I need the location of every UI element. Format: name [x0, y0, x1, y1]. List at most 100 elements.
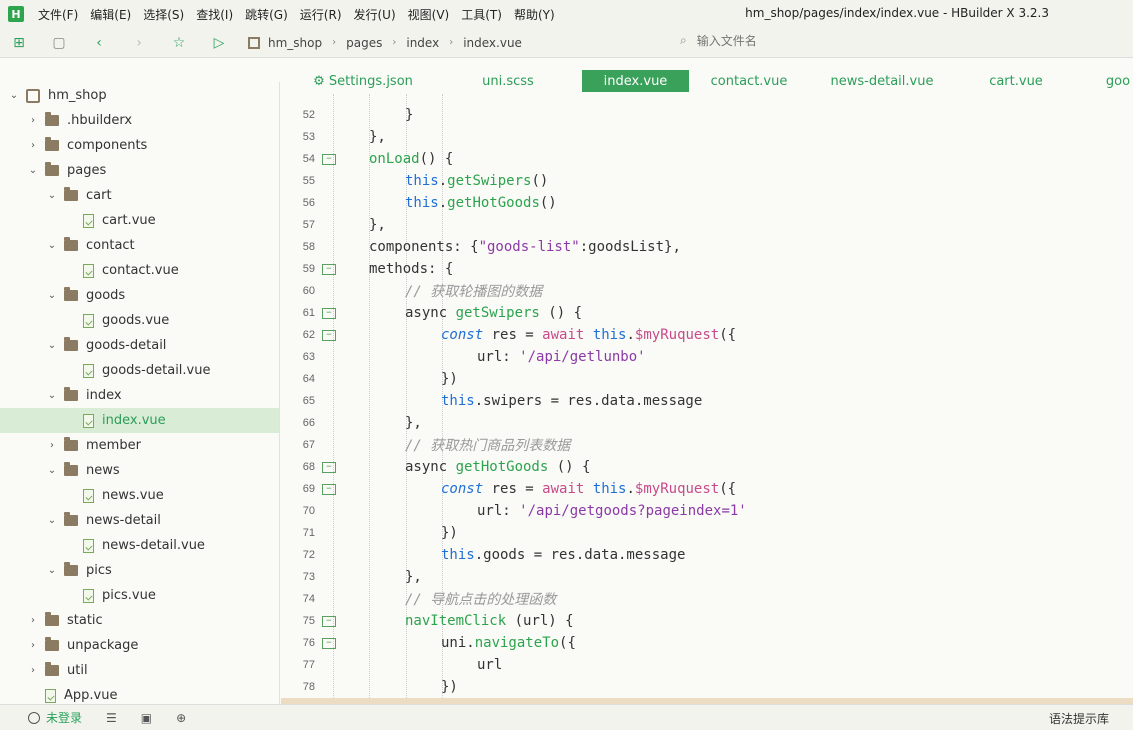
tree-item[interactable]: news-detail.vue	[0, 533, 279, 558]
chevron-down-icon[interactable]: ⌄	[27, 165, 39, 176]
code-text: navItemClick (url) {	[405, 613, 574, 629]
tree-item[interactable]: › member	[0, 433, 279, 458]
chevron-right-icon[interactable]: ›	[27, 640, 39, 651]
chevron-down-icon[interactable]: ⌄	[46, 515, 58, 526]
tree-item[interactable]: ⌄ cart	[0, 183, 279, 208]
save-icon[interactable]: ▢	[50, 34, 68, 52]
login-status[interactable]: 未登录	[28, 709, 82, 726]
list-icon[interactable]: ☰	[106, 711, 117, 725]
tree-item[interactable]: goods.vue	[0, 308, 279, 333]
tree-item[interactable]: ⌄ goods	[0, 283, 279, 308]
code-line: 72 this.goods = res.data.message	[281, 544, 1133, 566]
syntax-hint-library[interactable]: 语法提示库	[1049, 710, 1109, 727]
tree-item[interactable]: ⌄ contact	[0, 233, 279, 258]
tree-item[interactable]: ⌄ index	[0, 383, 279, 408]
forward-icon[interactable]: ›	[130, 34, 148, 52]
chevron-right-icon[interactable]: ›	[46, 440, 58, 451]
menu-item[interactable]: 帮助(Y)	[508, 6, 561, 23]
chevron-right-icon[interactable]: ›	[27, 615, 39, 626]
tree-item-label: goods-detail.vue	[102, 363, 211, 378]
fold-toggle-icon[interactable]: −	[322, 615, 336, 627]
tree-item[interactable]: ⌄ news-detail	[0, 508, 279, 533]
tree-item[interactable]: pics.vue	[0, 583, 279, 608]
fold-toggle-icon[interactable]: −	[322, 637, 336, 649]
menu-item[interactable]: 文件(F)	[32, 6, 84, 23]
globe-icon[interactable]: ⊕	[176, 711, 186, 725]
tree-item[interactable]: › components	[0, 133, 279, 158]
breadcrumb-item[interactable]: index	[406, 36, 439, 50]
menu-item[interactable]: 编辑(E)	[84, 6, 137, 23]
tree-item[interactable]: ⌄ pages	[0, 158, 279, 183]
tree-item[interactable]: ⌄ news	[0, 458, 279, 483]
code-line: 67 // 获取热门商品列表数据	[281, 434, 1133, 456]
tree-item-label: App.vue	[64, 688, 118, 703]
tab-6[interactable]: goo	[1103, 70, 1133, 92]
menu-item[interactable]: 视图(V)	[402, 6, 456, 23]
code-token: this	[441, 393, 475, 409]
chevron-down-icon[interactable]: ⌄	[46, 190, 58, 201]
menu-item[interactable]: 跳转(G)	[239, 6, 294, 23]
breadcrumb-item[interactable]: hm_shop	[268, 36, 322, 50]
line-number: 59	[302, 263, 315, 275]
star-icon[interactable]: ☆	[170, 34, 188, 52]
login-status-label: 未登录	[46, 711, 83, 725]
tree-item-label: contact.vue	[102, 263, 179, 278]
terminal-icon[interactable]: ▣	[141, 711, 152, 725]
breadcrumb-item[interactable]: pages	[346, 36, 382, 50]
chevron-down-icon[interactable]: ⌄	[46, 340, 58, 351]
chevron-down-icon[interactable]: ⌄	[46, 565, 58, 576]
code-editor[interactable]: 52} 53}, 54− onLoad() {55 this.getSwipers() 5…	[281, 94, 1133, 698]
chevron-down-icon[interactable]: ⌄	[46, 290, 58, 301]
tab-0[interactable]: ⚙ Settings.json	[307, 70, 419, 92]
tab-3[interactable]: contact.vue	[706, 70, 792, 92]
menu-item[interactable]: 发行(U)	[348, 6, 402, 23]
chevron-down-icon[interactable]: ⌄	[8, 90, 20, 101]
chevron-down-icon[interactable]: ⌄	[46, 240, 58, 251]
menu-item[interactable]: 选择(S)	[137, 6, 190, 23]
tree-item[interactable]: › static	[0, 608, 279, 633]
code-token: url	[477, 657, 503, 673]
tree-item[interactable]: goods-detail.vue	[0, 358, 279, 383]
code-line: 78})	[281, 676, 1133, 698]
chevron-right-icon[interactable]: ›	[27, 140, 39, 151]
fold-toggle-icon[interactable]: −	[322, 329, 336, 341]
vue-file-icon	[83, 538, 94, 553]
breadcrumb-item[interactable]: index.vue	[463, 36, 522, 50]
chevron-down-icon[interactable]: ⌄	[46, 465, 58, 476]
fold-toggle-icon[interactable]: −	[322, 153, 336, 165]
tree-item[interactable]: › .hbuilderx	[0, 108, 279, 133]
tree-item[interactable]: index.vue	[0, 408, 279, 433]
back-icon[interactable]: ‹	[90, 34, 108, 52]
file-search-input[interactable]	[696, 33, 897, 48]
tab-5[interactable]: cart.vue	[986, 70, 1046, 92]
chevron-right-icon[interactable]: ›	[27, 665, 39, 676]
chevron-down-icon[interactable]: ⌄	[46, 390, 58, 401]
line-number: 57	[302, 219, 315, 231]
tree-item[interactable]: › unpackage	[0, 633, 279, 658]
fold-toggle-icon[interactable]: −	[322, 461, 336, 473]
code-token: })	[441, 371, 458, 387]
new-file-icon[interactable]: ⊞	[10, 34, 28, 52]
tree-item[interactable]: news.vue	[0, 483, 279, 508]
folder-icon	[45, 662, 59, 676]
tree-item[interactable]: ⌄ goods-detail	[0, 333, 279, 358]
fold-toggle-icon[interactable]: −	[322, 263, 336, 275]
tab-4[interactable]: news-detail.vue	[830, 70, 934, 92]
tree-item[interactable]: › util	[0, 658, 279, 683]
tab-2[interactable]: index.vue	[582, 70, 689, 92]
menu-item[interactable]: 工具(T)	[455, 6, 508, 23]
run-icon[interactable]: ▷	[210, 34, 228, 52]
tree-item[interactable]: contact.vue	[0, 258, 279, 283]
fold-toggle-icon[interactable]: −	[322, 307, 336, 319]
tree-item[interactable]: ⌄ hm_shop	[0, 83, 279, 108]
code-token: () {	[419, 151, 454, 167]
chevron-right-icon[interactable]: ›	[27, 115, 39, 126]
tree-item[interactable]: ⌄ pics	[0, 558, 279, 583]
code-line: 74 // 导航点击的处理函数	[281, 588, 1133, 610]
menu-item[interactable]: 运行(R)	[294, 6, 348, 23]
menu-item[interactable]: 查找(I)	[190, 6, 239, 23]
tab-1[interactable]: uni.scss	[471, 70, 545, 92]
code-text: },	[369, 129, 386, 145]
tree-item[interactable]: cart.vue	[0, 208, 279, 233]
fold-toggle-icon[interactable]: −	[322, 483, 336, 495]
